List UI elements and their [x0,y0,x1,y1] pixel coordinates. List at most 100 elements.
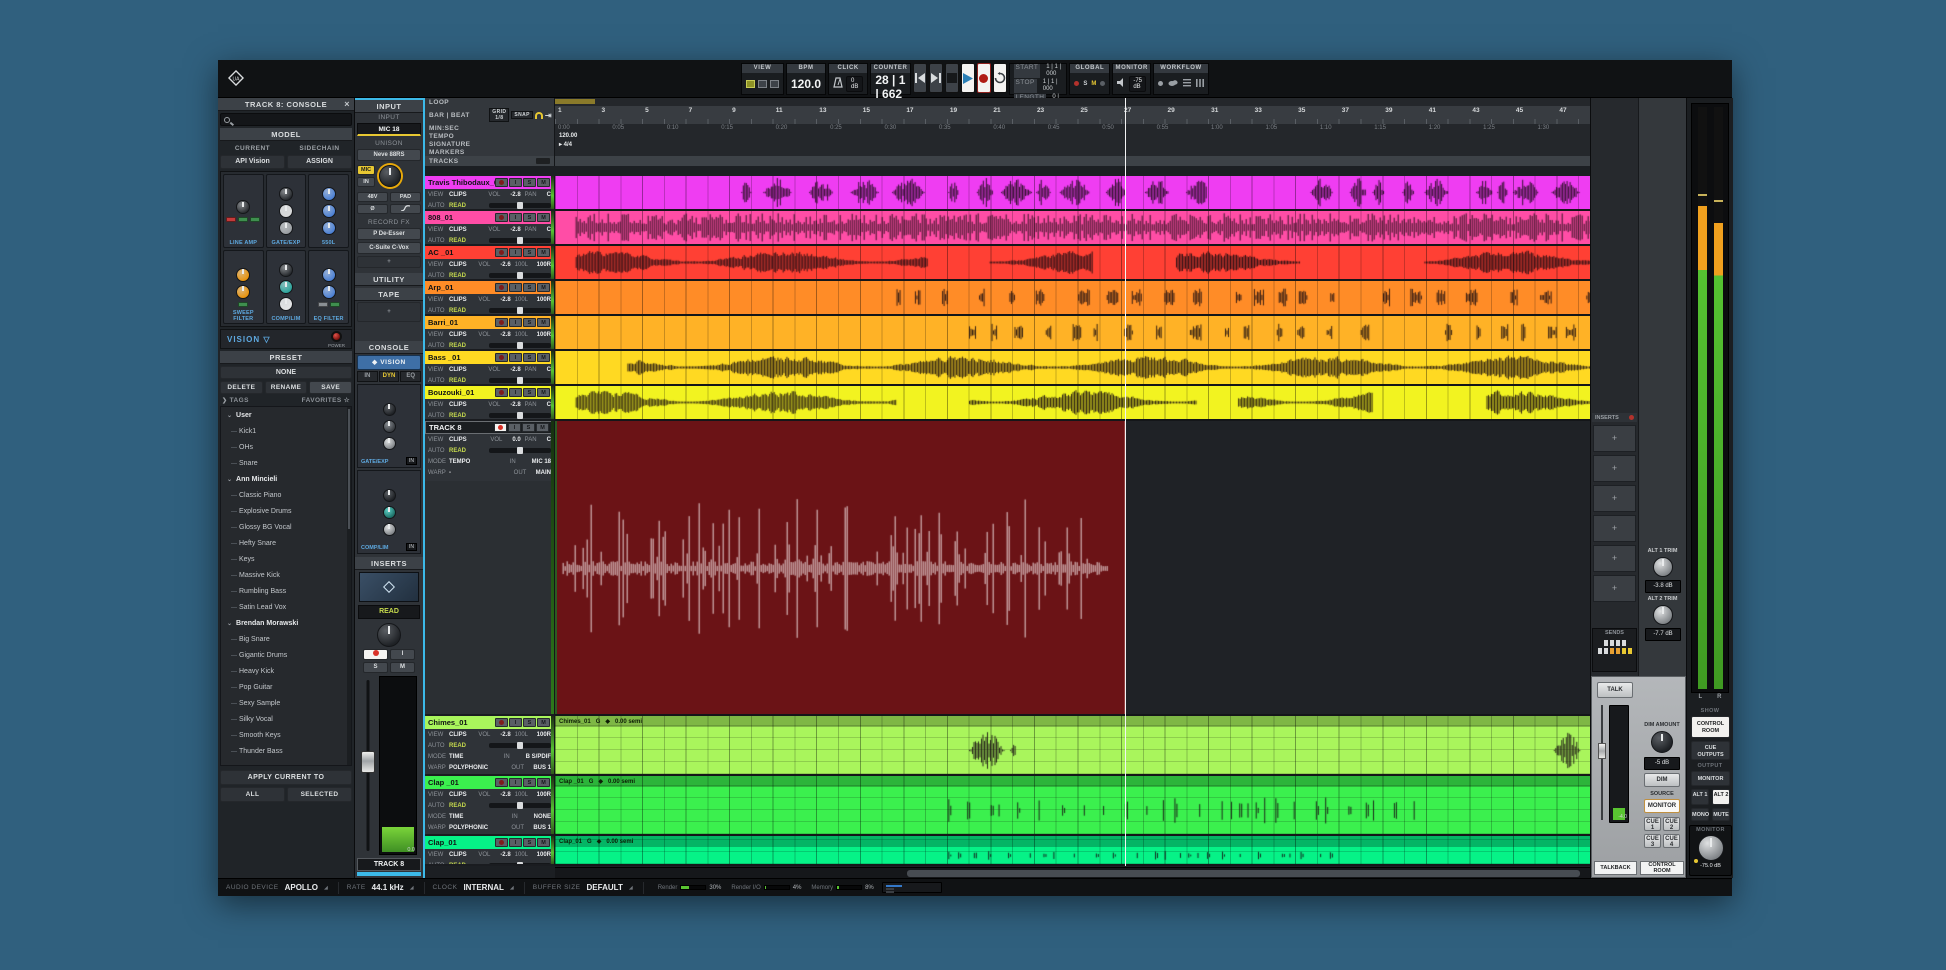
preset-item[interactable]: Massive Kick [221,567,351,583]
track-solo-button[interactable]: S [523,353,536,362]
channel-strip-module-line-amp[interactable]: LINE AMP [223,174,264,248]
preset-delete-button[interactable]: DELETE [220,381,263,394]
record-fx-slot-1[interactable]: P De-Esser [357,228,421,240]
vol-value[interactable]: -2.8 [500,852,510,858]
source-monitor-button[interactable]: MONITOR [1644,799,1680,813]
main-insert-slot[interactable]: + [1593,425,1636,452]
preset-item[interactable]: OHs [221,439,351,455]
channel-strip-module-eq-filter[interactable]: EQ FILTER [308,250,349,324]
out-value[interactable]: BUS 1 [533,825,551,831]
ruler-row-content[interactable] [555,148,1590,156]
clip-lane[interactable]: Clap_01G◆0.00 semi [555,836,1590,866]
power-button[interactable] [331,331,342,342]
track-header[interactable]: Barri_01ISMVIEWCLIPSVOL-2.8100L100RAUTOR… [425,316,555,351]
record-fx-slot-2[interactable]: C-Suite C-Vox [357,242,421,254]
clip-lane[interactable] [555,316,1590,351]
play-button[interactable] [961,63,975,93]
track-name-bar[interactable]: 808_01ISM [425,211,554,224]
gate-release-knob[interactable] [383,437,396,450]
comp-lim-knob-0[interactable] [279,263,293,277]
pan-knob[interactable] [377,623,401,647]
pan-slider[interactable] [489,743,551,748]
track-mute-button[interactable]: M [537,388,550,397]
out-value[interactable]: MAIN [536,470,551,476]
clip-lane[interactable] [555,351,1590,386]
recording-clip[interactable] [555,421,1125,714]
ruler-row-value[interactable]: ▸ 4/4 [559,141,572,148]
module-chip[interactable] [318,302,328,307]
channel-strip-module-comp-lim[interactable]: COMP/LIM [266,250,307,324]
track-solo-button[interactable]: S [523,283,536,292]
workflow-list-icon[interactable] [1183,79,1191,89]
pan-slider[interactable] [489,308,551,313]
track-input-button[interactable]: I [509,248,522,257]
playhead[interactable] [1125,98,1126,866]
output-monitor-button[interactable]: MONITOR [1691,771,1730,786]
pan-slider[interactable] [489,378,551,383]
ruler-row-content[interactable] [555,156,1590,166]
track-mute-button[interactable]: M [537,718,550,727]
source-cue-button-2[interactable]: CUE 2 [1663,817,1680,831]
loop-start-value[interactable]: 1 | 1 | 000 [1046,64,1062,78]
record-button[interactable] [977,63,991,93]
sweep-filter-knob-1[interactable] [236,285,250,299]
sweep-filter-knob-0[interactable] [236,268,250,282]
track-mute-button[interactable]: M [537,778,550,787]
channel-strip-module-550l[interactable]: 550L [308,174,349,248]
vol-value[interactable]: -2.8 [510,367,520,373]
main-insert-slot[interactable]: + [1593,575,1636,602]
click-level-value[interactable]: 0 dB [846,76,863,92]
pan-value[interactable]: 100R [537,297,551,303]
preset-item[interactable]: Explosive Drums [221,503,351,519]
auto-value[interactable]: READ [449,378,466,384]
clip-lane[interactable]: Clap _01G◆0.00 semi [555,776,1590,836]
track-input-button[interactable]: I [509,318,522,327]
track-name-bar[interactable]: Chimes_01ISM [425,716,554,729]
workflow-record-icon[interactable] [1158,81,1163,86]
vol-value[interactable]: -2.8 [510,402,520,408]
global-solo-indicator[interactable]: S [1083,81,1087,87]
main-insert-slot[interactable]: + [1593,515,1636,542]
input-monitor-button[interactable]: I [390,649,415,660]
input-gain-knob[interactable] [379,165,401,187]
preset-item[interactable]: Keys [221,551,351,567]
pad-button[interactable]: PAD [390,192,421,202]
preset-save-button[interactable]: SAVE [309,381,352,394]
track-input-button[interactable]: I [509,353,522,362]
ruler-row-content[interactable] [555,98,1590,106]
low-cut-filter-button[interactable] [390,204,421,214]
loop-button[interactable] [993,63,1007,93]
model-select-dropdown[interactable]: API Vision [220,155,285,169]
clip-lane[interactable] [555,246,1590,281]
mode-value[interactable]: TEMPO [449,459,470,465]
track-record-arm-button[interactable] [495,178,508,187]
output-alt1-button[interactable]: ALT 1 [1691,789,1709,805]
module-chip[interactable] [238,217,248,222]
view-value[interactable]: CLIPS [449,367,467,373]
in-value[interactable]: MIC 18 [532,459,551,465]
track-header[interactable]: 808_01ISMVIEWCLIPSVOL-2.8PANCAUTOREAD [425,211,555,246]
track-solo-button[interactable]: S [523,213,536,222]
track-record-arm-button[interactable] [495,718,508,727]
track-solo-button[interactable]: S [523,718,536,727]
counter-value[interactable]: 28 | 1 | 662 [875,73,905,101]
view-value[interactable]: CLIPS [449,262,467,268]
power-led[interactable] [1629,415,1634,420]
global-clip-led[interactable] [1100,81,1105,86]
global-record-led[interactable] [1074,81,1079,86]
track-name-bar[interactable]: Clap_01ISM [425,836,554,849]
workflow-cloud-icon[interactable] [1168,79,1178,88]
pan-value[interactable]: 100R [537,732,551,738]
line-in-toggle[interactable]: IN [357,177,375,187]
pan-value[interactable]: 100R [537,792,551,798]
main-insert-slot[interactable]: + [1593,455,1636,482]
track-record-arm-button[interactable] [494,423,507,432]
monitor-level-value[interactable]: -75 dB [1129,76,1146,92]
mute-button[interactable]: M [390,662,415,673]
track-mute-button[interactable]: M [536,423,549,432]
loop-range-marker[interactable] [555,99,595,104]
status-field-value[interactable]: 44.1 kHz [372,883,404,892]
view-mixer-icon[interactable] [758,80,767,88]
view-value[interactable]: CLIPS [449,227,467,233]
line-amp-knob-0[interactable] [236,200,250,214]
